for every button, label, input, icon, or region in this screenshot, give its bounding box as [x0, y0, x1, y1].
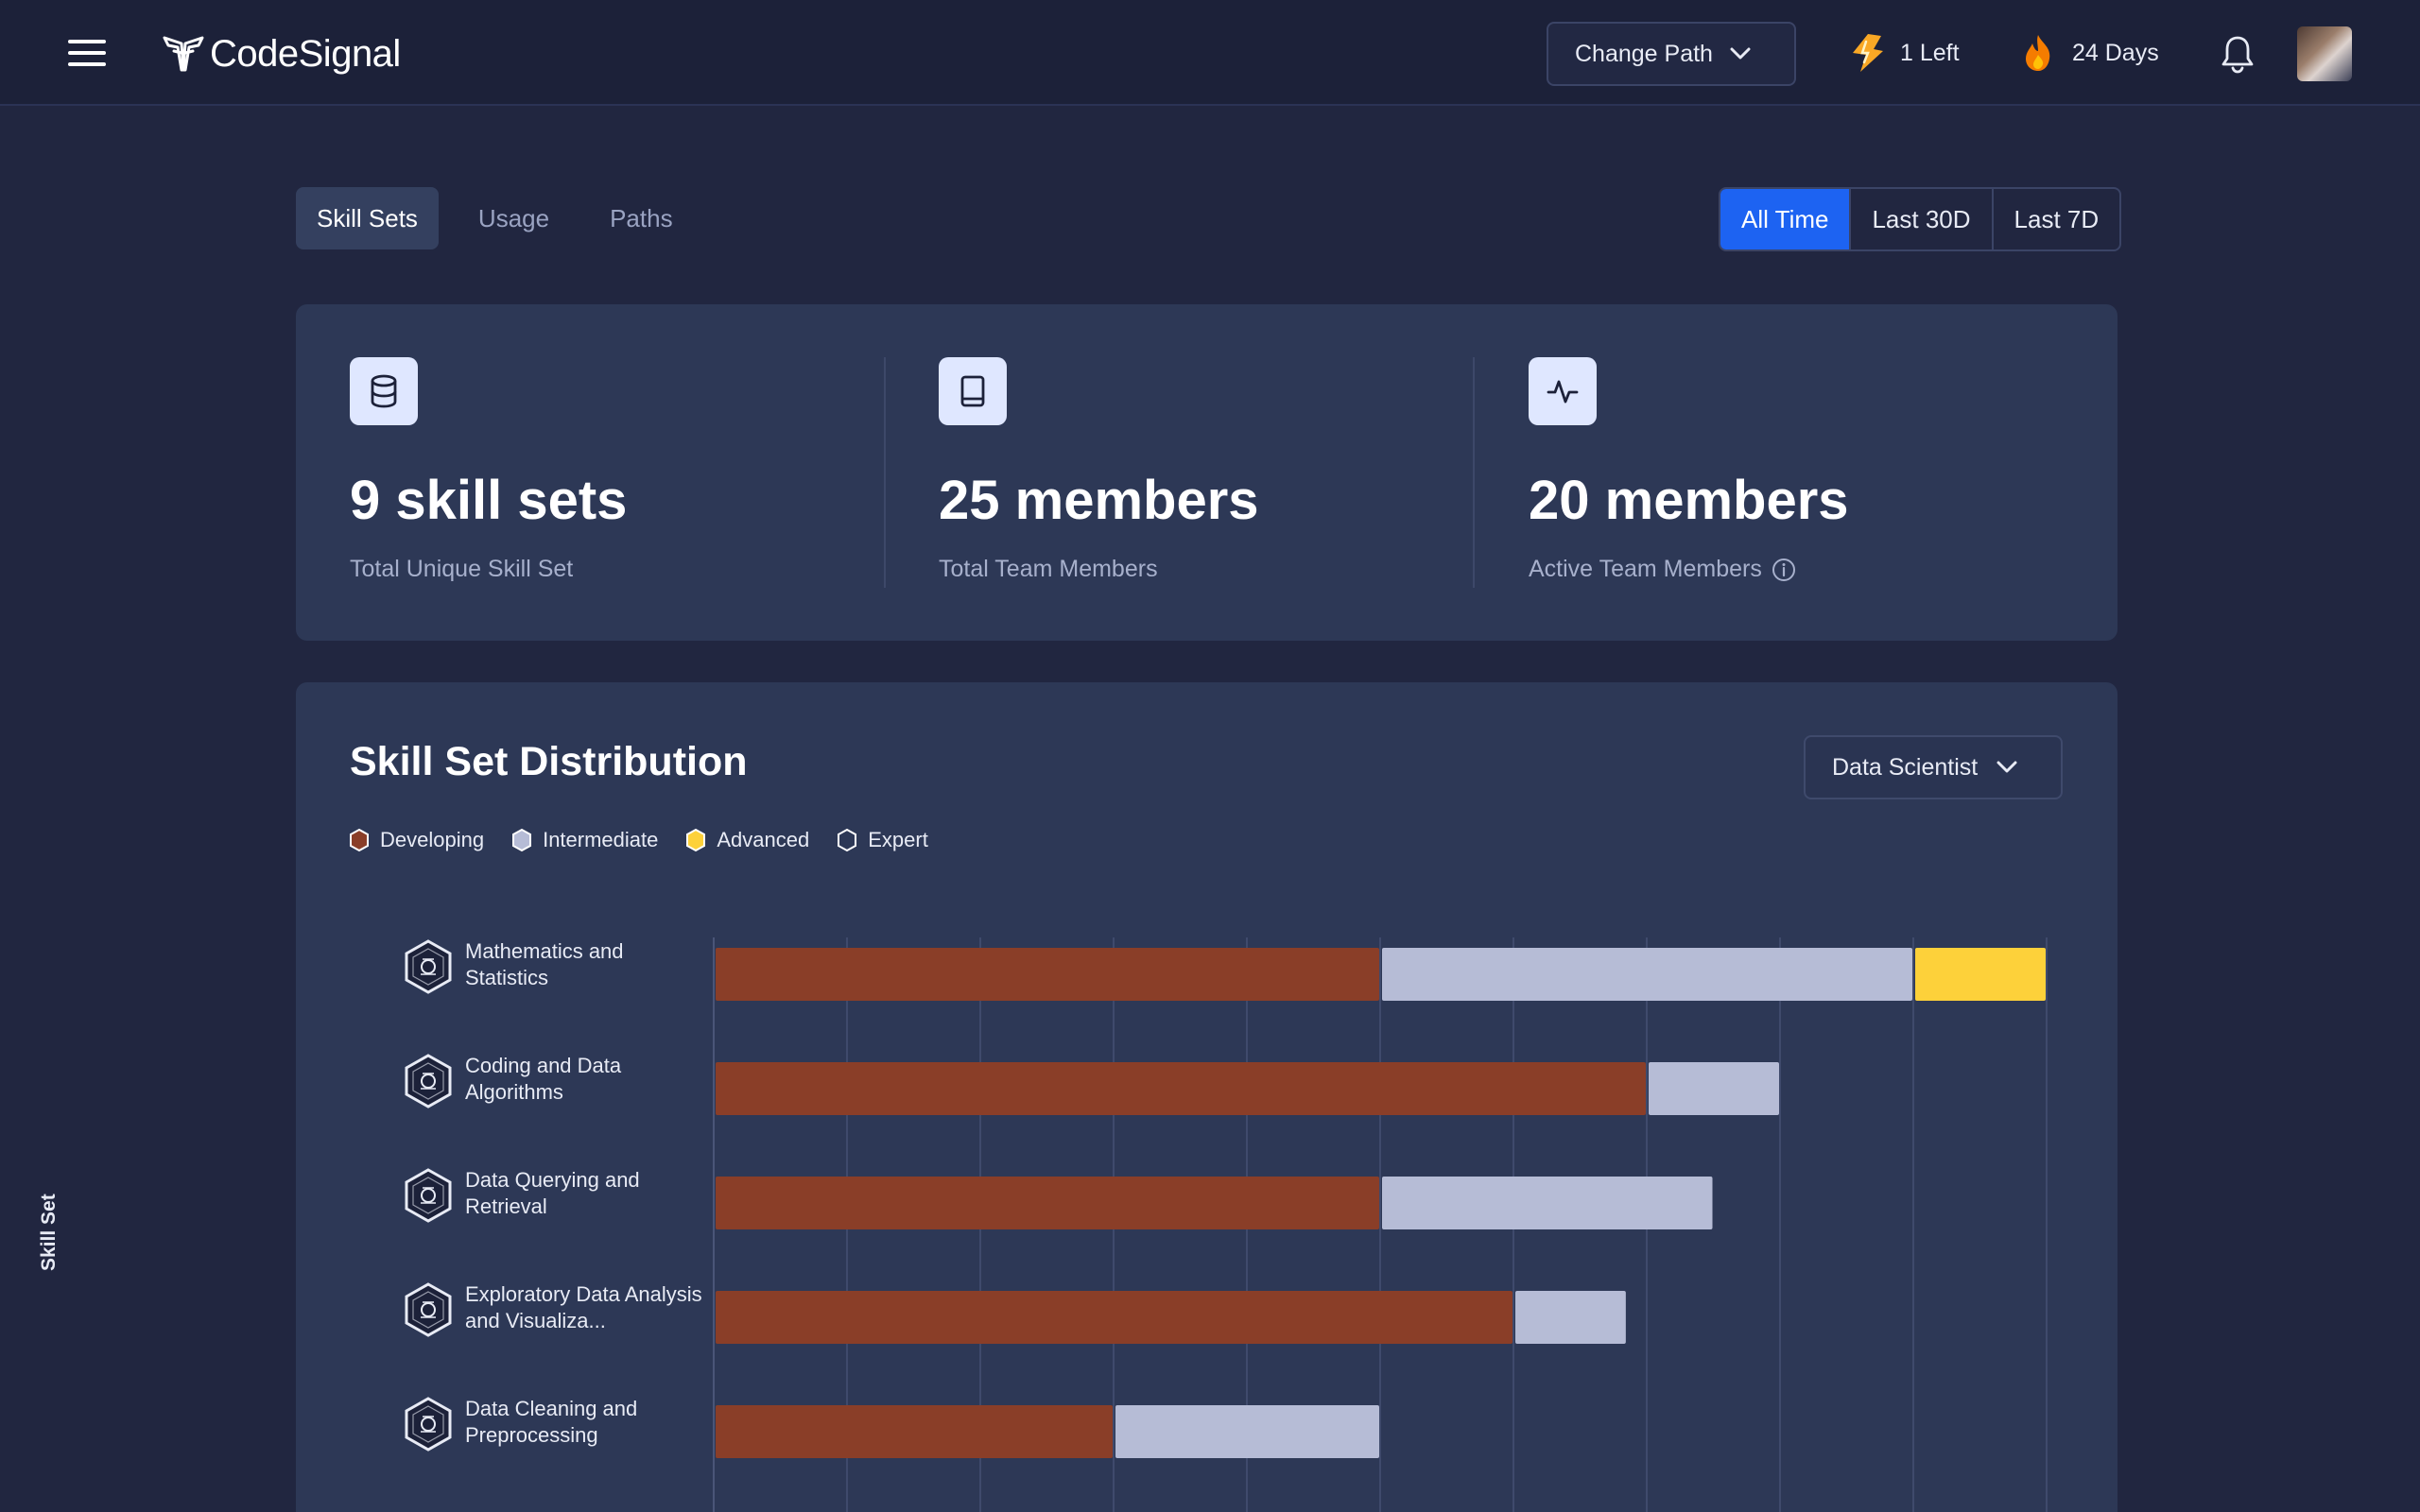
summary-card: 9 skill sets Total Unique Skill Set 25 m…: [296, 304, 2118, 641]
bar-developing[interactable]: [716, 1291, 1512, 1344]
bar-developing[interactable]: [716, 948, 1379, 1001]
skill-badge-icon: [405, 1282, 452, 1337]
logo-text: CodeSignal: [210, 32, 401, 75]
flame-icon: [2026, 35, 2050, 71]
skill-row[interactable]: Exploratory Data Analysis and Visualiza.…: [402, 1281, 714, 1395]
tab-skill-sets[interactable]: Skill Sets: [296, 187, 439, 249]
energy-counter[interactable]: 1 Left: [1845, 30, 1960, 76]
codesignal-logo[interactable]: CodeSignal: [161, 28, 401, 79]
tab-paths[interactable]: Paths: [589, 187, 694, 249]
activity-icon: [1529, 357, 1597, 425]
change-path-label: Change Path: [1575, 40, 1713, 67]
info-icon[interactable]: [1772, 558, 1796, 582]
top-bar: CodeSignal Change Path 1 Left 24 Days: [0, 0, 2420, 106]
energy-label: 1 Left: [1900, 39, 1960, 66]
bar-intermediate[interactable]: [1115, 1405, 1379, 1458]
skill-badge-icon: [405, 1054, 452, 1108]
skill-badge-icon: [405, 1397, 452, 1452]
bar-developing[interactable]: [716, 1405, 1113, 1458]
skill-row[interactable]: Data Cleaning and Preprocessing: [402, 1396, 714, 1509]
summary-divider: [884, 357, 886, 588]
streak-label: 24 Days: [2072, 39, 2159, 66]
skill-name-label: Coding and Data Algorithms: [465, 1054, 622, 1104]
skill-row[interactable]: Coding and Data Algorithms: [402, 1053, 714, 1166]
skill-name-label: Data Cleaning and Preprocessing: [465, 1397, 638, 1447]
skill-row[interactable]: Mathematics and Statistics: [402, 938, 714, 1052]
bar-developing[interactable]: [716, 1062, 1646, 1115]
active-members-value: 20 members: [1529, 470, 1849, 531]
team-members-label: Total Team Members: [939, 556, 1158, 583]
metric-team-members: 25 members Total Team Members: [939, 357, 1468, 593]
bar-developing[interactable]: [716, 1177, 1379, 1229]
team-members-value: 25 members: [939, 470, 1259, 531]
skill-distribution-card: Skill Set Distribution Data Scientist De…: [296, 682, 2118, 1512]
active-members-label: Active Team Members: [1529, 556, 1796, 583]
y-axis-title: Skill Set: [38, 1194, 60, 1271]
metric-active-members: 20 members Active Team Members: [1529, 357, 2058, 593]
active-members-label-text: Active Team Members: [1529, 556, 1762, 582]
skill-name-label: Data Querying and Retrieval: [465, 1168, 640, 1218]
menu-icon[interactable]: [68, 40, 106, 68]
bar-intermediate[interactable]: [1382, 1177, 1713, 1229]
codesignal-logo-icon: [163, 36, 204, 72]
skill-sets-label-text: Total Unique Skill Set: [350, 556, 574, 582]
bar-intermediate[interactable]: [1649, 1062, 1779, 1115]
team-members-label-text: Total Team Members: [939, 556, 1158, 582]
skill-badge-icon: [405, 939, 452, 994]
chevron-down-icon: [1730, 47, 1751, 60]
skill-sets-value: 9 skill sets: [350, 470, 628, 531]
skill-sets-label: Total Unique Skill Set: [350, 556, 573, 583]
tab-usage[interactable]: Usage: [458, 187, 570, 249]
view-tabs: Skill Sets Usage Paths: [296, 187, 713, 249]
bar-intermediate[interactable]: [1382, 948, 1912, 1001]
bell-icon[interactable]: [2220, 34, 2256, 74]
skill-row[interactable]: Data Querying and Retrieval: [402, 1167, 714, 1280]
range-all-time[interactable]: All Time: [1720, 189, 1850, 249]
range-last-7d[interactable]: Last 7D: [1991, 189, 2120, 249]
summary-divider: [1473, 357, 1475, 588]
database-icon: [350, 357, 418, 425]
skill-name-label: Exploratory Data Analysis and Visualiza.…: [465, 1282, 702, 1332]
bar-advanced[interactable]: [1915, 948, 2046, 1001]
metric-skill-sets: 9 skill sets Total Unique Skill Set: [350, 357, 879, 593]
book-icon: [939, 357, 1007, 425]
streak-counter[interactable]: 24 Days: [2017, 30, 2159, 76]
range-last-30d[interactable]: Last 30D: [1849, 189, 1991, 249]
change-path-button[interactable]: Change Path: [1547, 22, 1796, 86]
time-range-toggle: All Time Last 30D Last 7D: [1719, 187, 2122, 251]
user-avatar[interactable]: [2297, 26, 2352, 81]
lightning-icon: [1853, 34, 1883, 72]
skill-badge-icon: [405, 1168, 452, 1223]
skill-name-label: Mathematics and Statistics: [465, 939, 624, 989]
bar-intermediate[interactable]: [1515, 1291, 1626, 1344]
